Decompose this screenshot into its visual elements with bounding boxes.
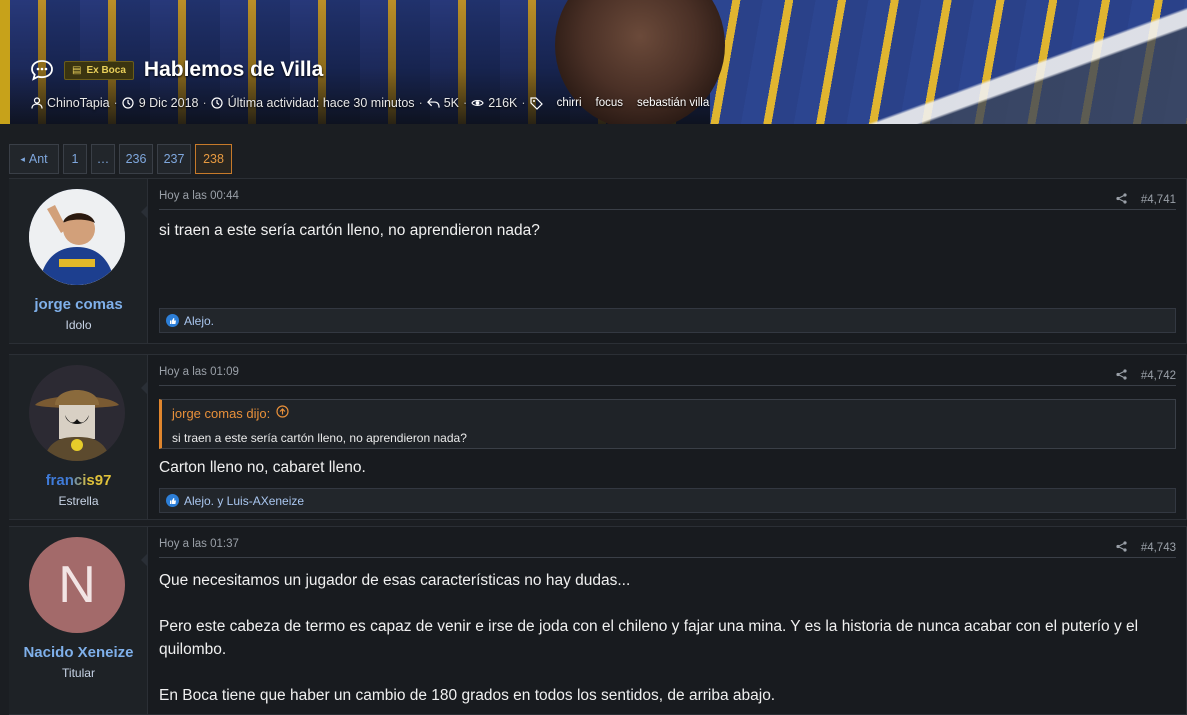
thread-start-date[interactable]: 9 Dic 2018	[139, 96, 199, 110]
post-number[interactable]: #4,742	[1141, 370, 1176, 382]
post-4743: N Nacido Xeneize Titular Hoy a las 01:37…	[9, 526, 1187, 715]
post-username[interactable]: francis97	[9, 472, 148, 489]
post-time[interactable]: Hoy a las 01:09	[159, 366, 239, 385]
post-body: Que necesitamos un jugador de esas carac…	[159, 572, 1139, 704]
avatar[interactable]	[29, 189, 125, 285]
header-stadium-image	[710, 0, 1187, 124]
post-time[interactable]: Hoy a las 00:44	[159, 190, 239, 209]
user-title: Estrella	[58, 494, 99, 508]
eye-icon	[471, 97, 484, 110]
post-user-cell: N Nacido Xeneize Titular	[9, 527, 148, 714]
post-body: si traen a este sería cartón lleno, no a…	[159, 222, 540, 239]
thread-header: ▤ Ex Boca Hablemos de Villa ChinoTapia ·…	[0, 0, 1187, 124]
comment-bubble-icon	[30, 59, 54, 81]
chevron-left-icon: ◂	[20, 153, 25, 164]
page-link-1[interactable]: 1	[63, 144, 87, 174]
avatar[interactable]	[29, 365, 125, 461]
thread-views: 216K	[488, 96, 518, 110]
user-title: Titular	[62, 666, 95, 680]
thread-replies: 5K	[443, 96, 460, 110]
quote-text: si traen a este sería cartón lleno, no a…	[172, 431, 467, 445]
avatar[interactable]: N	[29, 537, 125, 633]
tag-chirri[interactable]: chirri	[557, 97, 582, 109]
clock-icon	[211, 97, 224, 110]
post-meta: Hoy a las 00:44 #4,741	[159, 190, 1176, 210]
user-icon	[30, 97, 43, 110]
post-time[interactable]: Hoy a las 01:37	[159, 538, 239, 557]
post-username[interactable]: Nacido Xeneize	[9, 644, 148, 661]
thread-author[interactable]: ChinoTapia	[47, 96, 110, 110]
page-link-236[interactable]: 236	[119, 144, 153, 174]
post-number[interactable]: #4,741	[1141, 194, 1176, 206]
page-link-237[interactable]: 237	[157, 144, 191, 174]
post-4742: francis97 Estrella Hoy a las 01:09 #4,74…	[9, 354, 1187, 520]
thread-prefix-badge[interactable]: ▤ Ex Boca	[64, 60, 134, 80]
post-body: Carton lleno no, cabaret lleno.	[159, 459, 366, 476]
post-user-cell: francis97 Estrella	[9, 355, 148, 519]
tag-sebastian-villa[interactable]: sebastián villa	[637, 97, 709, 109]
quote-author: jorge comas dijo:	[172, 405, 271, 421]
reactions-bar[interactable]: Alejo.	[159, 308, 1176, 333]
thread-meta: ChinoTapia · 9 Dic 2018 · Última activid…	[30, 96, 709, 110]
thread-title: Hablemos de Villa	[143, 58, 324, 81]
reaction-users[interactable]: Alejo.	[184, 314, 214, 328]
share-icon[interactable]	[1116, 368, 1127, 383]
reply-icon	[426, 97, 440, 110]
reactions-bar[interactable]: Alejo. y Luis-AXeneize	[159, 488, 1176, 513]
page-link-238-current[interactable]: 238	[195, 144, 232, 174]
prev-page-button[interactable]: ◂ Ant	[9, 144, 59, 174]
user-title: Idolo	[65, 318, 92, 332]
book-icon: ▤	[72, 64, 82, 76]
post-username[interactable]: jorge comas	[9, 296, 148, 313]
reaction-users[interactable]: Alejo. y Luis-AXeneize	[184, 494, 304, 508]
post-meta: Hoy a las 01:09 #4,742	[159, 366, 1176, 386]
clock-icon	[122, 97, 135, 110]
thread-last-activity: Última actividad: hace 30 minutos	[227, 96, 415, 110]
post-4741: jorge comas Idolo Hoy a las 00:44 #4,741…	[9, 178, 1187, 344]
like-icon	[166, 314, 179, 327]
page-jump-ellipsis[interactable]: …	[91, 144, 115, 174]
share-icon[interactable]	[1116, 192, 1127, 207]
post-meta: Hoy a las 01:37 #4,743	[159, 538, 1176, 558]
tag-focus[interactable]: focus	[596, 97, 624, 109]
pagination: ◂ Ant 1 … 236 237 238	[9, 144, 232, 174]
share-icon[interactable]	[1116, 540, 1127, 555]
tag-icon	[529, 96, 543, 110]
quote-header[interactable]: jorge comas dijo:	[172, 405, 289, 421]
post-user-cell: jorge comas Idolo	[9, 179, 148, 343]
like-icon	[166, 494, 179, 507]
post-number[interactable]: #4,743	[1141, 542, 1176, 554]
quote-block: jorge comas dijo: si traen a este sería …	[159, 399, 1176, 449]
arrow-up-circle-icon[interactable]	[276, 405, 289, 421]
